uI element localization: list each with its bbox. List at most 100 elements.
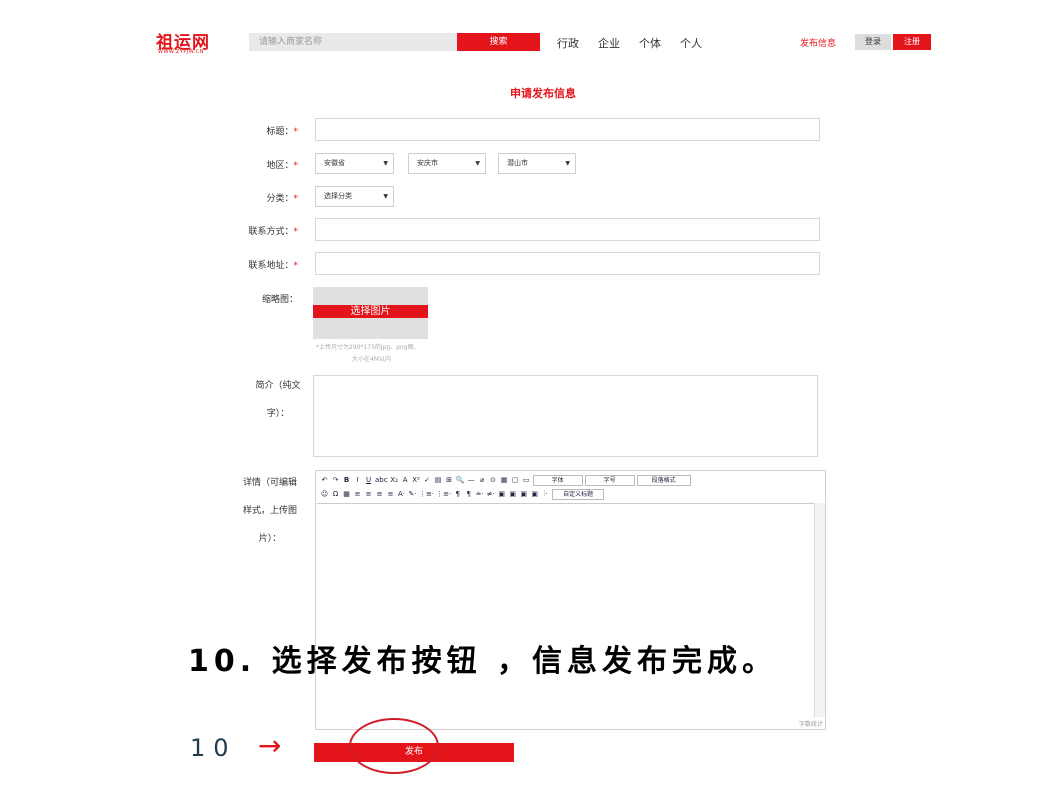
category-label: 分类：* bbox=[238, 191, 298, 204]
word-count: 字数统计 bbox=[798, 721, 823, 728]
editor-scrollbar[interactable] bbox=[814, 503, 825, 717]
rtl-icon[interactable]: ¶ bbox=[464, 490, 473, 498]
editor-content-area[interactable] bbox=[317, 503, 814, 718]
login-button[interactable]: 登录 bbox=[855, 34, 891, 50]
thumb-label: 缩略图： bbox=[261, 295, 298, 305]
image-left-icon[interactable]: ▣ bbox=[497, 490, 506, 498]
align-center-icon[interactable]: ≡ bbox=[375, 490, 384, 498]
site-logo-url: WWW.ZYPJW.CN bbox=[158, 49, 205, 55]
format-painter-icon[interactable]: ✓ bbox=[423, 476, 432, 484]
image-icon[interactable]: ▭ bbox=[522, 476, 531, 484]
superscript-icon[interactable]: X² bbox=[412, 476, 421, 484]
paragraph-format-dropdown[interactable]: 段落格式 bbox=[636, 474, 691, 486]
chevron-down-icon: ▼ bbox=[565, 160, 570, 167]
city-value: 安庆市 bbox=[417, 159, 438, 167]
arrow-right-icon: → bbox=[258, 729, 282, 762]
contact-input[interactable] bbox=[315, 218, 820, 241]
category-select[interactable]: 选择分类 ▼ bbox=[315, 186, 394, 207]
intro-label: 简介（纯文 字）： bbox=[243, 372, 313, 428]
thumb-hint-line1: *上传尺寸为290*175的jpg、png图, bbox=[316, 344, 416, 351]
detail-label-line1: 详情（可编辑 bbox=[242, 478, 297, 488]
address-input[interactable] bbox=[315, 252, 820, 275]
anchor-icon[interactable]: ⊙ bbox=[489, 476, 498, 484]
search-input[interactable]: 请输入商家名称 bbox=[249, 33, 457, 51]
title-label-text: 标题： bbox=[266, 127, 294, 137]
intro-label-line2: 字）： bbox=[266, 409, 290, 419]
ltr-icon[interactable]: ¶ bbox=[453, 490, 462, 498]
category-value: 选择分类 bbox=[324, 192, 352, 200]
step-number: 10 bbox=[190, 734, 237, 762]
intro-label-line1: 简介（纯文 bbox=[255, 381, 301, 391]
nav-item-admin[interactable]: 行政 bbox=[557, 35, 579, 51]
address-label: 联系地址：* bbox=[238, 258, 298, 271]
nav-item-enterprise[interactable]: 企业 bbox=[598, 35, 620, 51]
font-family-dropdown[interactable]: 字体 bbox=[532, 474, 583, 486]
province-select[interactable]: 安徽省 ▼ bbox=[315, 153, 394, 174]
find-replace-icon[interactable]: 🔍 bbox=[456, 476, 465, 484]
required-mark: * bbox=[293, 227, 299, 237]
contact-label: 联系方式：* bbox=[238, 224, 298, 237]
register-button[interactable]: 注册 bbox=[893, 34, 931, 50]
intro-textarea[interactable] bbox=[313, 375, 818, 457]
region-label-text: 地区： bbox=[266, 161, 294, 171]
thumb-hint-line2: 大小在4M以内 bbox=[352, 356, 391, 363]
detail-label: 详情（可编辑 样式，上传图 片）： bbox=[235, 469, 305, 553]
detail-label-line3: 片）： bbox=[258, 534, 282, 544]
custom-title-dropdown[interactable]: 自定义标题 bbox=[552, 488, 605, 500]
clear-format-icon[interactable]: ⌀ bbox=[478, 476, 487, 484]
editor-toolbar-row1: ↶ ↷ B I U abc X₂ A X² ✓ ▤ ⊞ 🔍 — ⌀ ⊙ ▦ ▢ … bbox=[320, 474, 691, 486]
table-icon[interactable]: ⊞ bbox=[445, 476, 454, 484]
detail-label-line2: 样式，上传图 bbox=[242, 506, 297, 516]
county-select[interactable]: 潜山市 ▼ bbox=[498, 153, 576, 174]
indent-icon[interactable]: ≠· bbox=[486, 490, 495, 498]
date-icon[interactable]: ▦ bbox=[500, 476, 509, 484]
insert-block-icon[interactable]: ▦ bbox=[342, 490, 351, 498]
title-input[interactable] bbox=[315, 118, 820, 141]
required-mark: * bbox=[293, 261, 299, 271]
special-char-icon[interactable]: Ω bbox=[331, 490, 340, 498]
horizontal-rule-icon[interactable]: — bbox=[467, 476, 476, 484]
underline-icon[interactable]: U bbox=[364, 476, 373, 484]
align-justify-icon[interactable]: ≡ bbox=[386, 490, 395, 498]
redo-icon[interactable]: ↷ bbox=[331, 476, 340, 484]
editor-toolbar-row2: ☺ Ω ▦ ≡ ≡ ≡ ≡ A· ✎· ⋮≡· ⋮≡· ¶ ¶ ≐· ≠· ▣ … bbox=[320, 488, 605, 500]
address-label-text: 联系地址： bbox=[248, 261, 294, 271]
italic-icon[interactable]: I bbox=[353, 476, 362, 484]
title-label: 标题：* bbox=[238, 124, 298, 137]
align-left-icon[interactable]: ≡ bbox=[353, 490, 362, 498]
county-value: 潜山市 bbox=[507, 159, 528, 167]
align-right-icon[interactable]: ≡ bbox=[364, 490, 373, 498]
ordered-list-icon[interactable]: ⋮≡· bbox=[419, 490, 434, 498]
undo-icon[interactable]: ↶ bbox=[320, 476, 329, 484]
strikethrough-icon[interactable]: abc bbox=[375, 476, 388, 484]
row-spacing-icon[interactable]: ≐· bbox=[475, 490, 484, 498]
required-mark: * bbox=[293, 194, 299, 204]
choose-image-button[interactable]: 选择图片 bbox=[313, 305, 428, 318]
image-center-icon[interactable]: ▣ bbox=[530, 490, 539, 498]
image-right-icon[interactable]: ▣ bbox=[508, 490, 517, 498]
rich-text-editor: ↶ ↷ B I U abc X₂ A X² ✓ ▤ ⊞ 🔍 — ⌀ ⊙ ▦ ▢ … bbox=[315, 470, 826, 730]
highlight-icon[interactable]: ✎· bbox=[408, 490, 417, 498]
contact-label-text: 联系方式： bbox=[248, 227, 294, 237]
emoji-icon[interactable]: ☺ bbox=[320, 490, 329, 498]
required-mark: * bbox=[293, 161, 299, 171]
search-button[interactable]: 搜索 bbox=[457, 33, 540, 51]
image-none-icon[interactable]: ▣ bbox=[519, 490, 528, 498]
city-select[interactable]: 安庆市 ▼ bbox=[408, 153, 486, 174]
highlight-circle bbox=[349, 718, 439, 774]
page-title: 申请发布信息 bbox=[510, 87, 576, 100]
font-size-dropdown[interactable]: 字号 bbox=[584, 474, 635, 486]
line-height-icon[interactable]: ⫶· bbox=[541, 490, 550, 499]
nav-item-personal[interactable]: 个人 bbox=[680, 35, 702, 51]
nav-item-individual-business[interactable]: 个体 bbox=[639, 35, 661, 51]
subscript-icon[interactable]: X₂ bbox=[390, 476, 399, 484]
publish-info-link[interactable]: 发布信息 bbox=[800, 36, 836, 49]
font-color-icon[interactable]: A· bbox=[397, 490, 406, 498]
bold-icon[interactable]: B bbox=[342, 476, 351, 484]
unordered-list-icon[interactable]: ⋮≡· bbox=[436, 490, 451, 498]
page-icon[interactable]: ▢ bbox=[511, 476, 520, 484]
blockquote-icon[interactable]: ▤ bbox=[434, 476, 443, 484]
category-label-text: 分类： bbox=[266, 194, 294, 204]
font-border-icon[interactable]: A bbox=[401, 476, 410, 484]
province-value: 安徽省 bbox=[324, 159, 345, 167]
